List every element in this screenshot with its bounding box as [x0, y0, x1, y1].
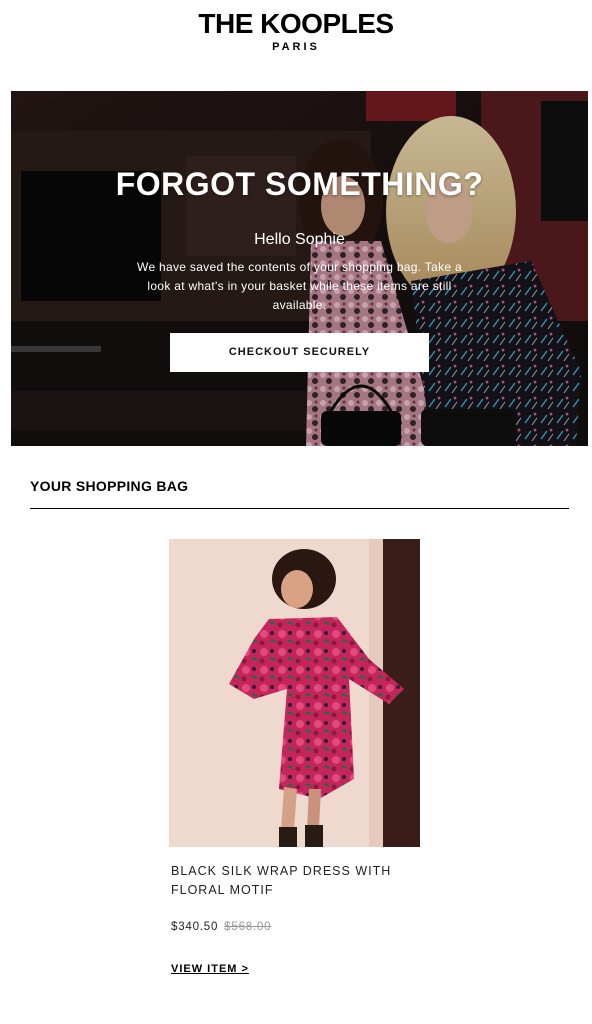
hero-message: We have saved the contents of your shopp… [137, 260, 462, 312]
product-photo [169, 539, 420, 847]
brand-name: THE KOOPLES [198, 8, 394, 39]
hero-content: FORGOT SOMETHING? Hello Sophie We have s… [11, 91, 588, 446]
hero-greeting: Hello Sophie [254, 231, 345, 248]
original-price: $568.00 [224, 921, 272, 933]
shopping-bag-title: YOUR SHOPPING BAG [30, 478, 189, 494]
section-divider [30, 508, 569, 509]
brand-tagline: PARIS [272, 41, 320, 53]
product-name[interactable]: BLACK SILK WRAP DRESS WITH FLORAL MOTIF [171, 862, 431, 900]
brand-logo[interactable]: THE KOOPLES PARIS [0, 8, 592, 54]
view-item-link[interactable]: VIEW ITEM > [171, 963, 249, 975]
hero-title: FORGOT SOMETHING? [115, 166, 484, 202]
product-image[interactable] [169, 539, 420, 847]
sale-price: $340.50 [171, 921, 219, 933]
checkout-securely-button[interactable]: CHECKOUT SECURELY [170, 333, 429, 372]
price-row: $340.50 $568.00 [171, 921, 271, 933]
hero-banner: FORGOT SOMETHING? Hello Sophie We have s… [11, 91, 588, 446]
